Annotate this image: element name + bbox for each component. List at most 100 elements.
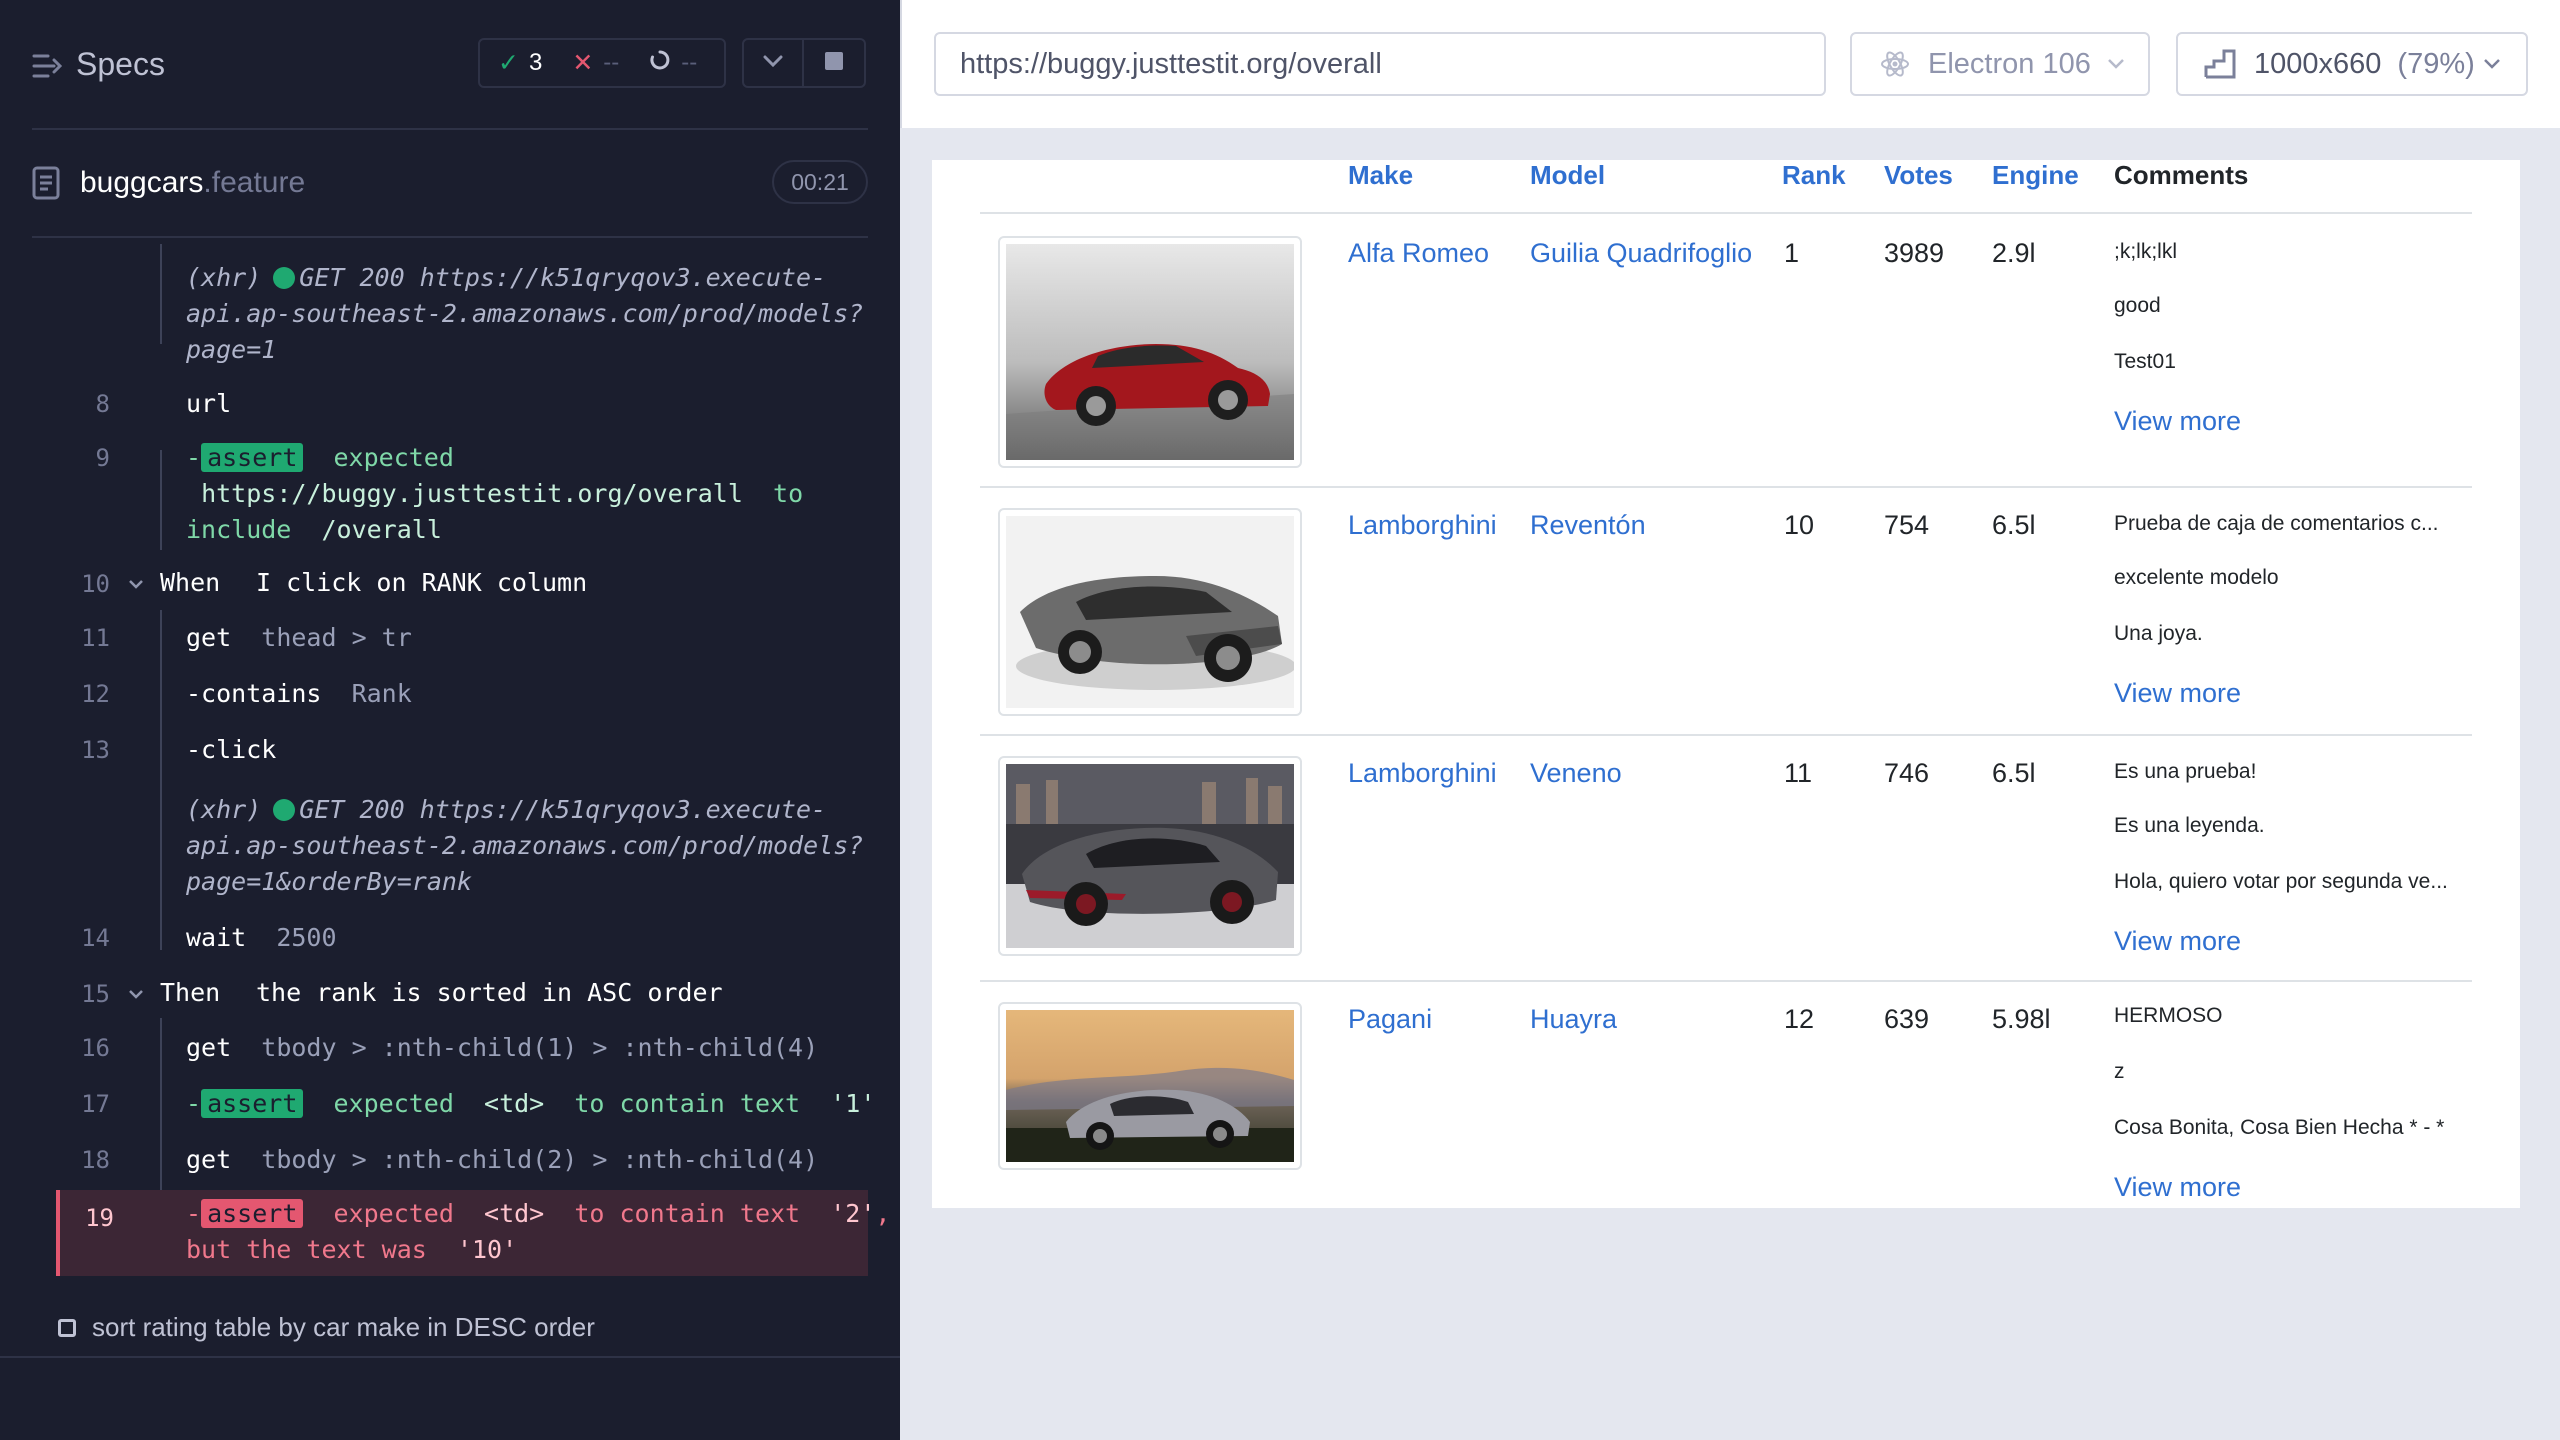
divider [0, 1356, 900, 1358]
line-number: 10 [81, 570, 110, 598]
make-link[interactable]: Lamborghini [1348, 510, 1497, 541]
chevron-down-icon[interactable] [128, 986, 144, 1002]
engine-cell: 6.5l [1992, 510, 2036, 540]
aut-header: https://buggy.justtestit.org/overall Ele… [900, 0, 2560, 128]
model-link[interactable]: Huayra [1530, 1004, 1617, 1035]
comment: good [2114, 294, 2161, 317]
car-thumbnail[interactable] [998, 508, 1302, 716]
check-icon: ✓ [498, 49, 519, 77]
duration-badge: 00:21 [772, 160, 868, 204]
zoom-level: (79%) [2397, 47, 2475, 80]
comment: Es una prueba! [2114, 760, 2257, 783]
comment: Es una leyenda. [2114, 814, 2265, 837]
row-divider [980, 734, 2472, 736]
engine-cell: 6.5l [1992, 758, 2036, 788]
make-link[interactable]: Pagani [1348, 1004, 1432, 1035]
xhr-log-entry[interactable]: (xhr) GET 200 https://k51qryqov3.execute-… [56, 260, 868, 370]
url-text: https://buggy.justtestit.org/overall [960, 47, 1382, 80]
stop-button[interactable] [804, 38, 866, 88]
command-row[interactable]: 11 get thead > tr [56, 620, 868, 656]
view-more-link[interactable]: View more [2114, 1172, 2241, 1203]
spinner-icon [649, 49, 671, 78]
next-test-row[interactable]: sort rating table by car make in DESC or… [58, 1312, 595, 1343]
ruler-icon [2204, 49, 2236, 79]
spec-file-name[interactable]: buggcars.feature [80, 166, 305, 200]
viewport-size: 1000x660 [2254, 47, 2382, 80]
divider [32, 128, 868, 130]
xhr-log-entry[interactable]: (xhr) GET 200 https://k51qryqov3.execute-… [56, 792, 868, 902]
command-row[interactable]: 18 get tbody > :nth-child(2) > :nth-chil… [56, 1142, 868, 1178]
test-status-icon [58, 1318, 76, 1337]
model-link[interactable]: Guilia Quadrifoglio [1530, 238, 1752, 269]
app-under-test-frame: Make Model Rank Votes Engine Comments Al… [932, 160, 2520, 1208]
divider [32, 236, 868, 238]
step-row-then[interactable]: 15 Then the rank is sorted in ASC order [56, 976, 868, 1012]
toggle-button[interactable] [742, 38, 804, 88]
line-number: 17 [81, 1090, 110, 1118]
column-header-rank[interactable]: Rank [1782, 160, 1846, 191]
command-row[interactable]: 9 - assert expected https://buggy.justtes… [56, 440, 868, 550]
votes-cell: 746 [1884, 758, 1930, 788]
make-link[interactable]: Lamborghini [1348, 758, 1497, 789]
model-link[interactable]: Reventón [1530, 510, 1646, 541]
table-header-divider [980, 212, 2472, 214]
command-row[interactable]: 12 -contains Rank [56, 676, 868, 712]
command-row[interactable]: 8 url [56, 386, 868, 422]
column-header-votes[interactable]: Votes [1884, 160, 1953, 191]
status-dot [273, 799, 296, 821]
view-more-link[interactable]: View more [2114, 926, 2241, 957]
specs-title[interactable]: Specs [76, 46, 165, 83]
view-more-link[interactable]: View more [2114, 406, 2241, 437]
pending-count: -- [649, 49, 697, 78]
assert-tag: assert [201, 1199, 304, 1228]
car-image [1006, 1010, 1294, 1162]
runner-header: Specs ✓ 3 ✕ -- -- [0, 0, 900, 130]
engine-cell: 2.9l [1992, 238, 2036, 268]
comment: z [2114, 1060, 2125, 1083]
chevron-down-icon[interactable] [128, 576, 144, 592]
comment: Test01 [2114, 350, 2176, 373]
votes-cell: 639 [1884, 1004, 1930, 1034]
column-header-model[interactable]: Model [1530, 160, 1605, 191]
car-image [1006, 516, 1294, 708]
line-number: 18 [81, 1146, 110, 1174]
command-row[interactable]: 14 wait 2500 [56, 920, 868, 956]
comment: Una joya. [2114, 622, 2203, 645]
electron-icon [1880, 49, 1910, 79]
chevron-down-icon [2107, 58, 2125, 70]
car-thumbnail[interactable] [998, 236, 1302, 468]
line-number: 9 [95, 444, 110, 472]
view-more-link[interactable]: View more [2114, 678, 2241, 709]
command-row[interactable]: 16 get tbody > :nth-child(1) > :nth-chil… [56, 1030, 868, 1066]
failed-command-row[interactable]: 19 - assert expected <td> to contain text… [56, 1190, 890, 1276]
command-text: url [186, 389, 232, 418]
column-header-engine[interactable]: Engine [1992, 160, 2079, 191]
line-number: 16 [81, 1034, 110, 1062]
command-row[interactable]: 17 - assert expected <td> to contain text… [56, 1086, 875, 1122]
step-text: I click on RANK column [256, 568, 588, 597]
line-number: 15 [81, 980, 110, 1008]
test-title: sort rating table by car make in DESC or… [92, 1312, 595, 1342]
model-link[interactable]: Veneno [1530, 758, 1622, 789]
step-keyword: Then [160, 978, 221, 1007]
step-row-when[interactable]: 10 When I click on RANK column [56, 566, 868, 602]
rank-cell: 12 [1784, 1004, 1815, 1034]
chevron-down-icon [763, 54, 783, 72]
rank-cell: 11 [1784, 758, 1813, 788]
column-header-make[interactable]: Make [1348, 160, 1413, 191]
line-number: 8 [95, 390, 110, 418]
make-link[interactable]: Alfa Romeo [1348, 238, 1489, 269]
passed-count: ✓ 3 [498, 49, 543, 77]
command-text: get tbody > :nth-child(1) > :nth-child(4… [186, 1033, 819, 1062]
url-bar[interactable]: https://buggy.justtestit.org/overall [934, 32, 1826, 96]
status-dot [273, 267, 296, 289]
specs-list-icon[interactable] [32, 52, 63, 85]
car-thumbnail[interactable] [998, 1002, 1302, 1170]
line-number: 19 [85, 1204, 114, 1232]
test-stats: ✓ 3 ✕ -- -- [478, 38, 726, 88]
car-thumbnail[interactable] [998, 756, 1302, 956]
viewport-selector[interactable]: 1000x660 (79%) [2176, 32, 2528, 96]
command-row[interactable]: 13 -click [56, 732, 868, 768]
assert-text: - assert expected https://buggy.justtesti… [186, 443, 804, 544]
browser-selector[interactable]: Electron 106 [1850, 32, 2150, 96]
